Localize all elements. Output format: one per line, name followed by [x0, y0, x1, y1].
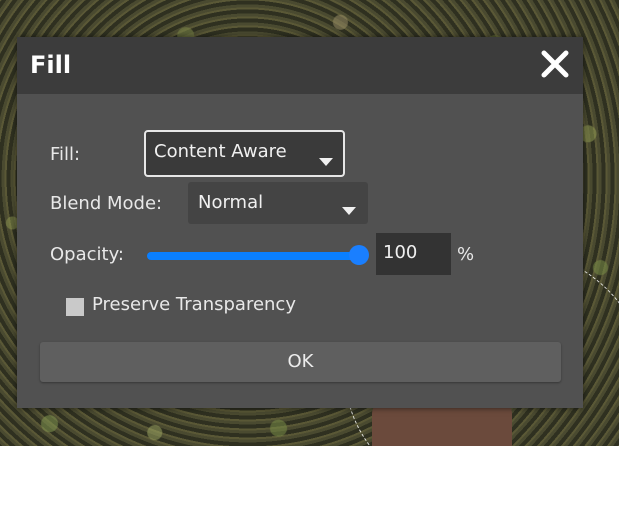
fill-dialog: Fill Fill: Content Aware Blend Mode: Nor…	[17, 37, 583, 408]
fill-label: Fill:	[50, 144, 81, 165]
preserve-transparency-checkbox[interactable]	[66, 298, 84, 316]
blend-mode-select[interactable]: Normal	[188, 182, 368, 224]
fill-select-value: Content Aware	[154, 141, 287, 162]
fill-select[interactable]: Content Aware	[144, 130, 345, 177]
dialog-title: Fill	[30, 51, 72, 79]
blend-mode-value: Normal	[198, 192, 264, 213]
opacity-label: Opacity:	[50, 244, 124, 265]
opacity-slider-fill	[147, 252, 359, 260]
close-icon[interactable]	[537, 46, 573, 82]
ok-button[interactable]: OK	[40, 342, 561, 382]
blend-mode-label: Blend Mode:	[50, 193, 163, 214]
dialog-titlebar[interactable]: Fill	[17, 37, 583, 94]
preserve-transparency-label[interactable]: Preserve Transparency	[92, 294, 296, 315]
opacity-unit: %	[457, 244, 475, 265]
chevron-down-icon	[319, 150, 333, 171]
opacity-slider-thumb[interactable]	[349, 245, 369, 265]
opacity-input[interactable]: 100	[376, 233, 451, 275]
opacity-slider[interactable]	[147, 245, 369, 265]
chevron-down-icon	[342, 199, 356, 220]
